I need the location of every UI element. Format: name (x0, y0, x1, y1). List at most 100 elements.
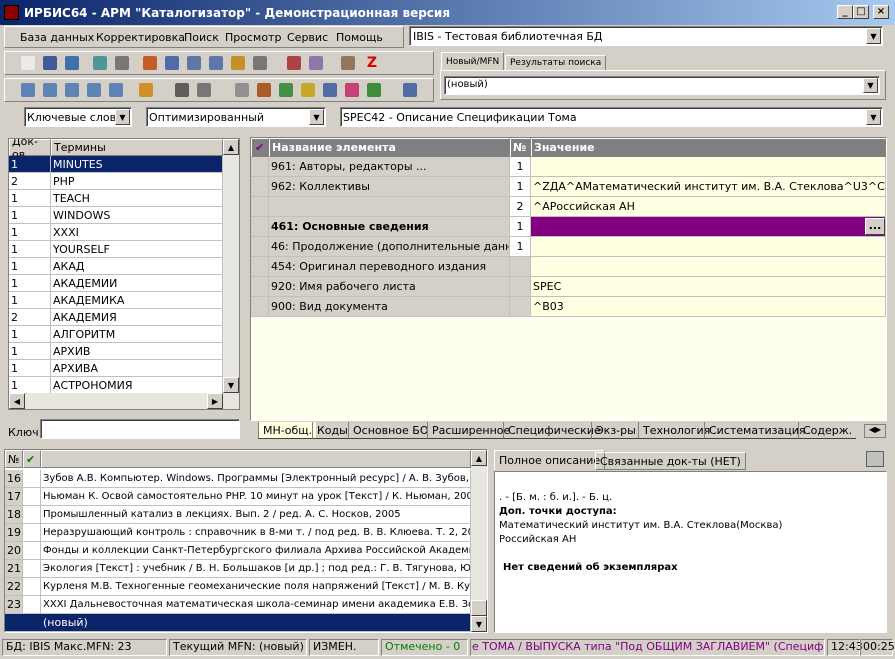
term-row[interactable]: 1 АРХИВА (9, 360, 223, 377)
search-mode-select[interactable]: Ключевые слова ▼ (24, 107, 132, 127)
result-mark[interactable] (23, 488, 41, 506)
results-col-desc[interactable] (41, 450, 471, 468)
result-row[interactable]: 23 XXXI Дальневосточная математическая шк… (5, 596, 471, 614)
row-selector[interactable] (251, 197, 269, 217)
view-icon[interactable] (172, 80, 192, 100)
tab-editor-1[interactable]: Коды (312, 422, 352, 439)
tab-new-mfn[interactable]: Новый/MFN (441, 52, 505, 71)
element-value[interactable]: ... (531, 217, 886, 237)
copy-icon[interactable] (140, 53, 160, 73)
scroll-right-icon[interactable]: ▶ (207, 393, 223, 409)
result-row[interactable]: 17 Ньюман К. Освой самостоятельно PHP. 10… (5, 488, 471, 506)
print-preview-icon[interactable] (184, 53, 204, 73)
result-row-new[interactable]: (новый) (5, 614, 471, 632)
results-col-num[interactable]: № (5, 450, 23, 468)
edit-icon[interactable] (228, 53, 248, 73)
element-value[interactable]: ^ZДА^AМатематический институт им. В.А. С… (531, 177, 886, 197)
chevron-down-icon[interactable]: ▼ (115, 109, 130, 125)
results-check-icon[interactable]: ✔ (23, 450, 41, 468)
term-row[interactable]: 1 АЛГОРИТМ (9, 326, 223, 343)
editor-col-name[interactable]: Название элемента (269, 138, 510, 157)
list-icon[interactable] (206, 53, 226, 73)
term-row[interactable]: 2 АКАДЕМИЯ (9, 309, 223, 326)
comment-icon[interactable] (18, 80, 38, 100)
term-row[interactable]: 1 MINUTES (9, 156, 223, 173)
result-row[interactable]: 16 Зубов А.В. Компьютер. Windows. Програм… (5, 470, 471, 488)
element-value[interactable]: ^B03 (531, 297, 886, 317)
scroll-up-icon[interactable]: ▲ (471, 450, 487, 466)
editor-row[interactable]: 2 ^AРоссийская АН (251, 197, 886, 217)
chevron-down-icon[interactable]: ▼ (309, 109, 324, 125)
row-selector[interactable] (251, 157, 269, 177)
term-row[interactable]: 1 АСТРОНОМИЯ (9, 377, 223, 394)
result-mark[interactable] (23, 506, 41, 524)
editor-grid[interactable]: ✔ Название элемента № Значение 961: Авто… (250, 137, 887, 421)
editor-row[interactable]: 46: Продолжение (дополнительные данные) 1 (251, 237, 886, 257)
row-selector[interactable] (251, 177, 269, 197)
row-selector[interactable] (251, 237, 269, 257)
scroll-down-icon[interactable]: ▼ (223, 377, 239, 393)
menu-search[interactable]: Поиск (184, 31, 219, 44)
element-value[interactable]: SPEC (531, 277, 886, 297)
close-button[interactable]: × (873, 5, 889, 19)
menu-database[interactable]: База данных (20, 31, 94, 44)
row-selector[interactable] (251, 277, 269, 297)
tab-editor-7[interactable]: Систематизация (704, 422, 810, 439)
editor-col-num[interactable]: № (510, 138, 531, 157)
term-row[interactable]: 1 АКАД (9, 258, 223, 275)
export-icon[interactable] (306, 53, 326, 73)
save-icon[interactable] (40, 53, 60, 73)
term-row[interactable]: 1 YOURSELF (9, 241, 223, 258)
library-icon[interactable] (338, 53, 358, 73)
element-value[interactable] (531, 257, 886, 277)
excel-icon[interactable] (364, 80, 384, 100)
scroll-up-icon[interactable]: ▲ (223, 139, 239, 155)
doc-arrow-icon[interactable] (276, 80, 296, 100)
menu-view[interactable]: Просмотр (225, 31, 281, 44)
results-scrollbar[interactable]: ▲ ▼ (471, 450, 487, 632)
result-mark[interactable] (23, 596, 41, 614)
element-value[interactable] (531, 157, 886, 177)
tab-linked-docs[interactable]: Связанные док-ты (НЕТ) (595, 452, 746, 470)
chevron-down-icon[interactable]: ▼ (866, 109, 881, 125)
result-row[interactable]: 20 Фонды и коллекции Санкт-Петербургского… (5, 542, 471, 560)
doc-copy-icon[interactable] (254, 80, 274, 100)
tab-editor-6[interactable]: Технология (638, 422, 715, 439)
term-row[interactable]: 1 XXXI (9, 224, 223, 241)
results-list[interactable]: № ✔ 16 Зубов А.В. Компьютер. Windows. Про… (4, 449, 488, 633)
tab-editor-0[interactable]: МН-общ. (258, 422, 317, 439)
help-icon[interactable] (400, 80, 420, 100)
row-selector[interactable] (251, 257, 269, 277)
menu-service[interactable]: Сервис (287, 31, 328, 44)
pencil-icon[interactable] (136, 80, 156, 100)
result-mark[interactable] (23, 542, 41, 560)
result-mark[interactable] (23, 560, 41, 578)
term-row[interactable]: 1 АРХИВ (9, 343, 223, 360)
editor-row[interactable]: 454: Оригинал переводного издания (251, 257, 886, 277)
doc-list-icon[interactable] (298, 80, 318, 100)
editor-row[interactable]: 461: Основные сведения 1... (251, 217, 886, 237)
undo-icon[interactable] (62, 53, 82, 73)
checkmark-icon[interactable]: ✔ (251, 138, 269, 157)
mfn-select[interactable]: (новый) ▼ (444, 76, 880, 95)
scroll-thumb[interactable] (471, 600, 487, 616)
tab-search-results[interactable]: Результаты поиска (505, 55, 607, 71)
term-row[interactable]: 1 АКАДЕМИКА (9, 292, 223, 309)
term-row[interactable]: 2 PHP (9, 173, 223, 190)
scroll-left-icon[interactable]: ◀ (9, 393, 25, 409)
menu-edit[interactable]: Корректировка (96, 31, 185, 44)
menu-help[interactable]: Помощь (336, 31, 383, 44)
minimize-button[interactable]: _ (837, 5, 853, 19)
database-select[interactable]: IBIS - Тестовая библиотечная БД ▼ (409, 26, 883, 46)
result-row[interactable]: 21 Экология [Текст] : учебник / В. Н. Бол… (5, 560, 471, 578)
term-row[interactable]: 1 АКАДЕМИИ (9, 275, 223, 292)
comment-edit-icon[interactable] (40, 80, 60, 100)
editor-row[interactable]: 920: Имя рабочего листа SPEC (251, 277, 886, 297)
terms-scrollbar[interactable]: ▲ ▼ (223, 139, 239, 393)
chevron-down-icon[interactable]: ▼ (863, 78, 878, 93)
term-row[interactable]: 1 WINDOWS (9, 207, 223, 224)
tab-editor-3[interactable]: Расширенное (427, 422, 515, 439)
editor-row[interactable]: 961: Авторы, редакторы ... 1 (251, 157, 886, 177)
row-selector[interactable] (251, 217, 269, 237)
forward-icon[interactable] (112, 53, 132, 73)
